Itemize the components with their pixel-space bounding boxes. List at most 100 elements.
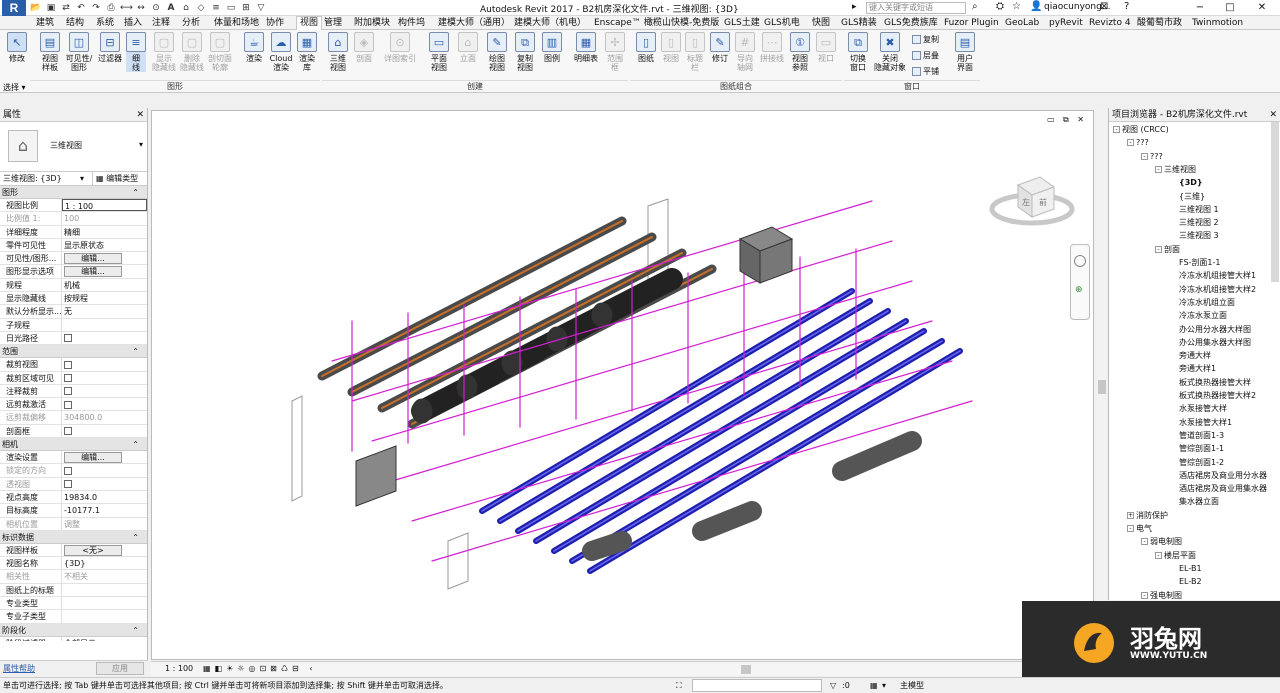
view-control-icons[interactable]: ▦◧☀☼◎⊡⊠♺⊟ ‹	[203, 662, 316, 676]
plan-view-button[interactable]: ▭ 平面 视图	[426, 32, 452, 72]
section-icon[interactable]: ◇	[195, 2, 207, 14]
section-button[interactable]: ◈ 剖面	[352, 32, 376, 63]
thin-lines-button[interactable]: ≡ 细 线	[126, 32, 146, 72]
zoom-icon[interactable]: ⊕	[1075, 285, 1083, 295]
browser-item[interactable]: 办公用集水器大样图	[1179, 337, 1251, 349]
browser-item[interactable]: EL-B2	[1179, 576, 1202, 588]
filter-icon[interactable]: ▽	[830, 678, 836, 693]
close-icon[interactable]: ✕	[1252, 0, 1272, 16]
property-checkbox[interactable]	[64, 387, 72, 396]
property-edit-button[interactable]: 编辑...	[64, 452, 122, 464]
property-checkbox[interactable]	[64, 374, 72, 383]
workset-selector[interactable]	[692, 679, 822, 692]
browser-item[interactable]: -???	[1127, 137, 1149, 149]
properties-help-link[interactable]: 属性帮助	[3, 663, 35, 674]
property-value[interactable]: 精细	[64, 228, 80, 237]
tab-24[interactable]: Revizto 4	[1089, 17, 1131, 29]
property-value[interactable]: -10177.1	[64, 506, 100, 515]
cart-icon[interactable]: ⊠	[1100, 1, 1108, 12]
3d-view-button[interactable]: ⌂ 三维 视图	[326, 32, 350, 72]
viewcube[interactable]: 左 前	[988, 171, 1078, 231]
property-edit-button[interactable]: 编辑...	[64, 253, 122, 265]
switch-windows-button[interactable]: ⧉ 切换 窗口	[846, 32, 870, 72]
browser-item[interactable]: + 消防保护	[1127, 510, 1168, 522]
schedules-button[interactable]: ▦ 明细表	[570, 32, 602, 63]
switch-icon[interactable]: ⊞	[240, 2, 252, 14]
browser-item[interactable]: 冷冻水机组立面	[1179, 297, 1235, 309]
3d-view-canvas[interactable]: ▭ ⧉ ✕ 左 前	[151, 110, 1094, 660]
property-value[interactable]: {3D}	[64, 559, 85, 568]
search-input[interactable]: 键入关键字或短语	[866, 2, 966, 14]
titleblock-button[interactable]: ▯ 标题 栏	[684, 32, 706, 72]
cascade-button[interactable]: 层叠	[912, 50, 939, 61]
tab-10[interactable]: 附加模块	[354, 17, 390, 29]
close-icon[interactable]: ✕	[1269, 108, 1277, 122]
open-icon[interactable]: 📂	[30, 2, 42, 14]
tab-8[interactable]: 视图	[296, 16, 323, 30]
view-window-controls[interactable]: ▭ ⧉ ✕	[1047, 115, 1087, 125]
tab-3[interactable]: 插入	[124, 17, 142, 29]
browser-item[interactable]: - 弱电制图	[1141, 536, 1182, 548]
tab-21[interactable]: Fuzor Plugin	[944, 17, 999, 29]
collapse-icon[interactable]: -	[1155, 245, 1162, 253]
tab-26[interactable]: Twinmotion	[1192, 17, 1243, 29]
minimize-icon[interactable]: −	[1190, 0, 1210, 16]
close-windows-icon[interactable]: ▭	[225, 2, 237, 14]
search-icon[interactable]: ⌕	[972, 1, 978, 12]
property-group-header[interactable]: 阶段化 ⌃	[0, 623, 147, 637]
tab-5[interactable]: 分析	[182, 17, 200, 29]
tab-12[interactable]: 建模大师（通用）	[438, 17, 510, 29]
tab-7[interactable]: 协作	[266, 17, 284, 29]
tab-23[interactable]: pyRevit	[1049, 17, 1083, 29]
browser-scroll-thumb[interactable]	[1271, 122, 1279, 282]
tab-1[interactable]: 结构	[66, 17, 84, 29]
tab-4[interactable]: 注释	[152, 17, 170, 29]
collapse-icon[interactable]: -	[1127, 525, 1134, 532]
hscroll-thumb[interactable]	[741, 665, 751, 674]
tab-14[interactable]: Enscape™	[594, 17, 641, 29]
maximize-icon[interactable]: □	[1220, 0, 1240, 16]
user-icon[interactable]: 👤	[1030, 1, 1042, 12]
canvas-scrollbar[interactable]	[1097, 110, 1107, 660]
browser-item[interactable]: EL-B1	[1179, 563, 1202, 575]
steering-wheel-icon[interactable]	[1074, 255, 1086, 267]
browser-item[interactable]: 水泵接管大样	[1179, 403, 1227, 415]
collapse-icon[interactable]: -	[1127, 139, 1134, 147]
property-group-header[interactable]: 范围 ⌃	[0, 345, 147, 359]
browser-item[interactable]: 管道剖面1-3	[1179, 430, 1224, 442]
property-group-header[interactable]: 相机 ⌃	[0, 438, 147, 452]
property-value[interactable]: 无	[64, 307, 72, 316]
modify-button[interactable]: ↖ 修改	[4, 32, 30, 63]
select-dropdown[interactable]: 选择 ▾	[3, 82, 26, 93]
scope-box-button[interactable]: ✢ 范围 框	[604, 32, 626, 72]
browser-item[interactable]: 三维视图 3	[1179, 230, 1219, 242]
thin-lines-icon[interactable]: ≡	[210, 2, 222, 14]
tab-15[interactable]: 橄榄山快模-免费版	[644, 17, 719, 29]
browser-item[interactable]: 板式换热器接管大样	[1179, 377, 1251, 389]
browser-item[interactable]: 三维视图 2	[1179, 217, 1219, 229]
revisions-button[interactable]: ✎ 修订	[708, 32, 732, 63]
collapse-icon[interactable]: -	[1141, 591, 1148, 599]
browser-item[interactable]: 三维视图 1	[1179, 204, 1219, 216]
tab-9[interactable]: 管理	[324, 17, 342, 29]
close-icon[interactable]: ✕	[136, 108, 144, 122]
print-icon[interactable]: ⎙	[105, 2, 117, 14]
tab-0[interactable]: 建筑	[36, 17, 54, 29]
property-group-header[interactable]: 标识数据 ⌃	[0, 530, 147, 544]
property-value[interactable]: 机械	[64, 281, 80, 290]
view-template-button[interactable]: ▤ 视图 样板	[38, 32, 62, 72]
tile-button[interactable]: 平铺	[912, 66, 939, 77]
tab-25[interactable]: 酸葡萄市政	[1137, 17, 1182, 29]
show-hidden-lines-button[interactable]: ▢ 显示 隐藏线	[150, 32, 178, 72]
property-value[interactable]: 显示原状态	[64, 241, 104, 250]
filters-button[interactable]: ⊟ 过滤器	[96, 32, 124, 63]
cloud-render-button[interactable]: ☁ Cloud 渲染	[268, 32, 294, 72]
browser-item[interactable]: 冷冻水泵立面	[1179, 310, 1227, 322]
tab-18[interactable]: 快图	[812, 17, 830, 29]
apply-button[interactable]: 应用	[96, 662, 144, 675]
callout-button[interactable]: ⊙ 详图索引	[382, 32, 418, 63]
tab-16[interactable]: GLS土建	[724, 17, 760, 29]
view-instance-selector[interactable]: 三维视图: {3D} ▾ ▦ 编辑类型	[0, 172, 147, 186]
browser-item[interactable]: -???	[1141, 151, 1163, 163]
user-interface-button[interactable]: ▤ 用户 界面	[952, 32, 978, 72]
